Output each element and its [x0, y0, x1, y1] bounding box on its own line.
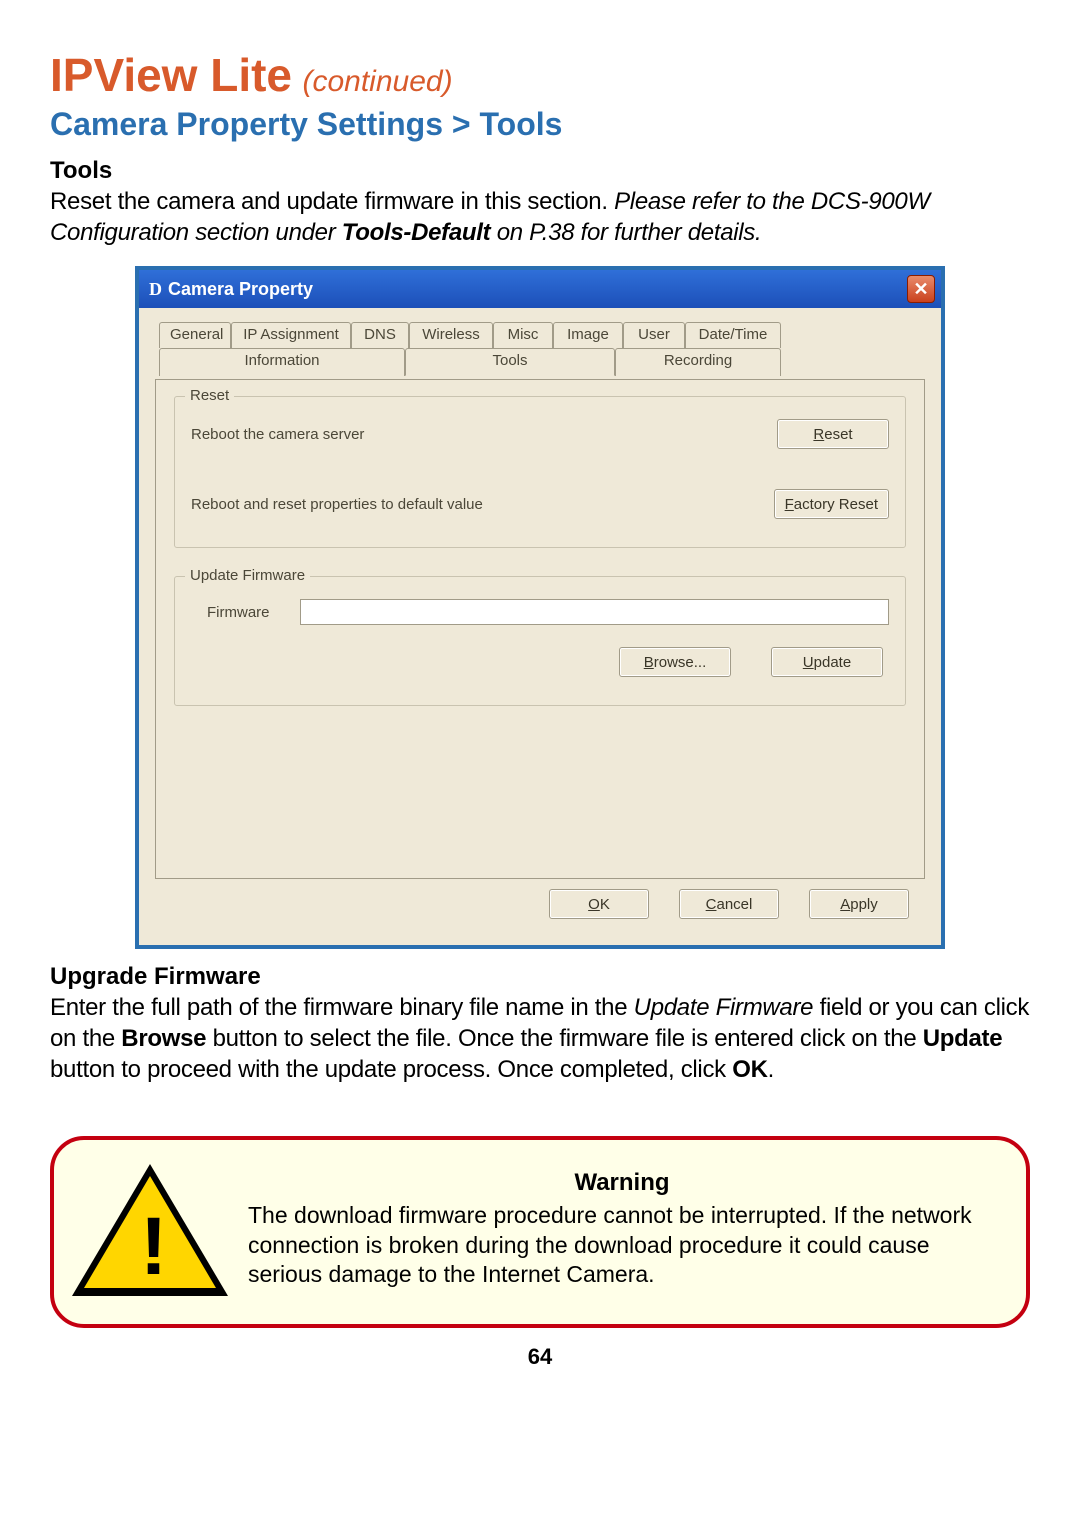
up-i: . — [768, 1056, 774, 1083]
up-e: button to select the file. Once the firm… — [206, 1025, 923, 1052]
warning-text: The download firmware procedure cannot b… — [248, 1201, 996, 1289]
tools-intro-bi: Tools-Default — [342, 219, 491, 246]
dialog-button-row: OK Cancel Apply — [155, 879, 925, 933]
up-f: Update — [923, 1025, 1003, 1052]
tab-misc[interactable]: Misc — [493, 322, 553, 348]
reset-legend: Reset — [185, 387, 234, 404]
warning-icon: ! — [72, 1164, 242, 1296]
update-button[interactable]: Update — [771, 647, 883, 677]
factory-label: Reboot and reset properties to default v… — [191, 496, 483, 513]
firmware-path-input[interactable] — [300, 599, 890, 625]
page-number: 64 — [50, 1344, 1030, 1370]
up-b: Update Firmware — [634, 994, 814, 1021]
camera-property-dialog: D Camera Property ✕ General IP Assignmen… — [135, 266, 945, 949]
reset-group: Reset Reboot the camera server Reset Reb… — [174, 396, 906, 548]
up-h: OK — [732, 1056, 767, 1083]
tools-tab-panel: Reset Reboot the camera server Reset Reb… — [155, 379, 925, 879]
title-continued: (continued) — [302, 65, 452, 98]
firmware-group: Update Firmware Firmware Browse... Updat… — [174, 576, 906, 706]
tab-wireless[interactable]: Wireless — [409, 322, 493, 348]
tools-heading: Tools — [50, 157, 1030, 185]
ok-button[interactable]: OK — [549, 889, 649, 919]
tab-general[interactable]: General — [159, 322, 231, 348]
tab-dns[interactable]: DNS — [351, 322, 409, 348]
warning-box: ! Warning The download firmware procedur… — [50, 1136, 1030, 1328]
tab-image[interactable]: Image — [553, 322, 623, 348]
warning-heading: Warning — [248, 1169, 996, 1197]
tools-intro-plain: Reset the camera and update firmware in … — [50, 188, 614, 215]
factory-reset-button[interactable]: Factory Reset — [774, 489, 889, 519]
breadcrumb: Camera Property Settings > Tools — [50, 106, 1030, 143]
tools-intro: Reset the camera and update firmware in … — [50, 187, 1030, 248]
up-a: Enter the full path of the firmware bina… — [50, 994, 634, 1021]
tab-ip-assignment[interactable]: IP Assignment — [231, 322, 351, 348]
apply-button[interactable]: Apply — [809, 889, 909, 919]
browse-button[interactable]: Browse... — [619, 647, 731, 677]
dialog-titlebar[interactable]: D Camera Property ✕ — [139, 270, 941, 308]
tab-datetime[interactable]: Date/Time — [685, 322, 781, 348]
up-g: button to proceed with the update proces… — [50, 1056, 732, 1083]
cancel-button[interactable]: Cancel — [679, 889, 779, 919]
reboot-label: Reboot the camera server — [191, 426, 364, 443]
tab-information[interactable]: Information — [159, 348, 405, 376]
upgrade-heading: Upgrade Firmware — [50, 963, 1030, 991]
tools-intro-i2: on P.38 for further details. — [490, 219, 761, 246]
tab-user[interactable]: User — [623, 322, 685, 348]
upgrade-text: Enter the full path of the firmware bina… — [50, 993, 1030, 1085]
dialog-title: Camera Property — [168, 279, 313, 300]
firmware-legend: Update Firmware — [185, 567, 310, 584]
up-d: Browse — [121, 1025, 206, 1052]
page-title: IPView Lite (continued) — [50, 48, 1030, 102]
tab-recording[interactable]: Recording — [615, 348, 781, 376]
dialog-tabs: General IP Assignment DNS Wireless Misc … — [155, 322, 925, 380]
firmware-path-label: Firmware — [207, 604, 270, 621]
dialog-app-icon: D — [149, 279, 162, 300]
title-main: IPView Lite — [50, 49, 292, 101]
tab-tools[interactable]: Tools — [405, 348, 615, 376]
reset-button[interactable]: Reset — [777, 419, 889, 449]
close-icon[interactable]: ✕ — [907, 275, 935, 303]
